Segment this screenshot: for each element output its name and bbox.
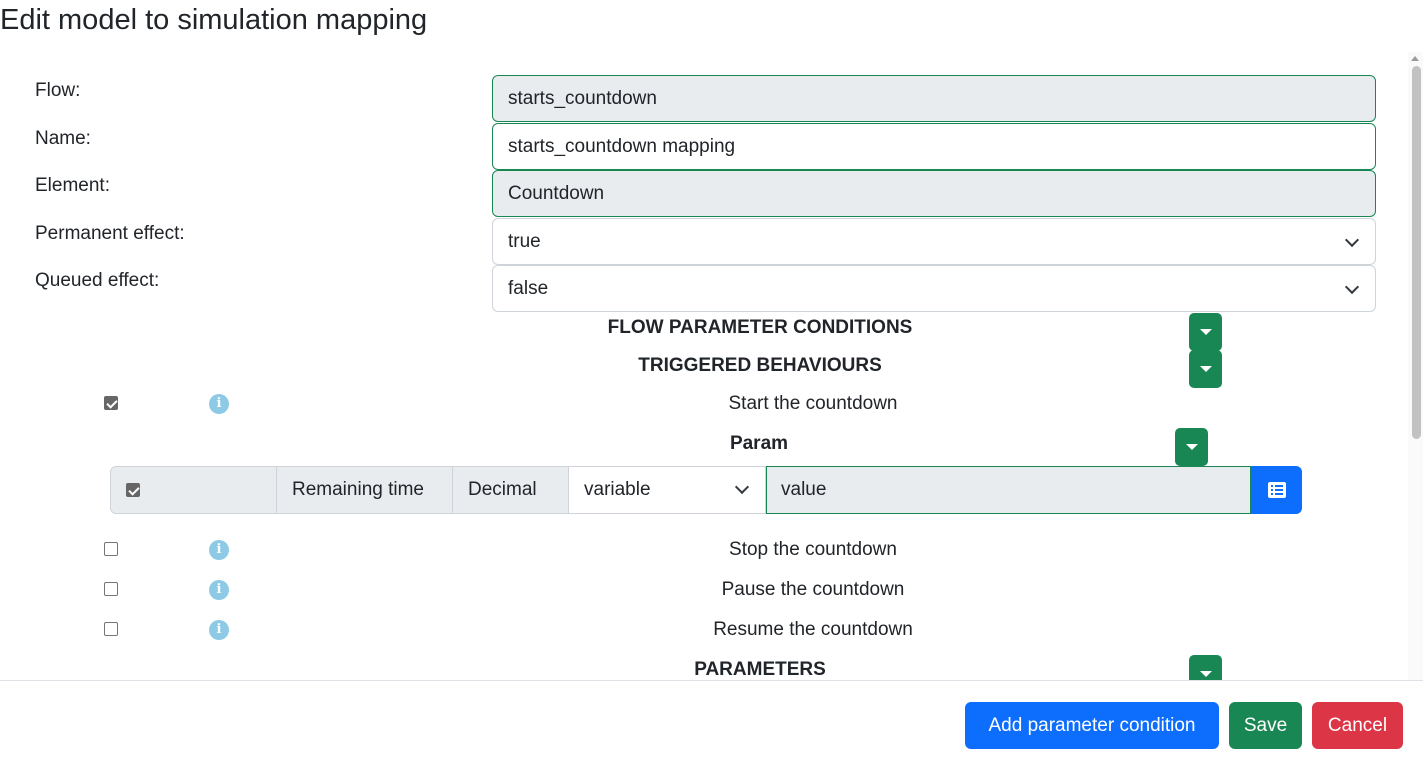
param-row: Remaining time Decimal variable value <box>110 466 1302 514</box>
save-button[interactable]: Save <box>1229 702 1302 749</box>
name-value: starts_countdown mapping <box>508 135 736 157</box>
dialog-body: Flow: starts_countdown Name: starts_coun… <box>0 52 1408 680</box>
name-field[interactable]: starts_countdown mapping <box>492 123 1376 170</box>
caret-down-icon[interactable] <box>1175 428 1208 466</box>
param-source-value: variable <box>584 479 651 500</box>
queued-effect-label: Queued effect: <box>35 270 160 291</box>
info-circle-icon[interactable]: i <box>209 580 229 600</box>
param-source-select[interactable]: variable <box>569 466 766 514</box>
flow-field[interactable]: starts_countdown <box>492 75 1376 122</box>
param-heading: Param <box>729 433 789 454</box>
behaviour-label-pause: Pause the countdown <box>721 579 905 600</box>
behaviour-checkbox-resume[interactable] <box>104 622 118 636</box>
param-value-text: value <box>781 479 827 500</box>
scroll-up-arrow-icon[interactable] <box>1411 56 1419 61</box>
caret-down-icon[interactable] <box>1189 350 1222 388</box>
caret-down-icon[interactable] <box>1189 313 1222 351</box>
behaviour-label-start: Start the countdown <box>728 393 898 414</box>
behaviour-checkbox-pause[interactable] <box>104 582 118 596</box>
behaviour-checkbox-start[interactable] <box>104 396 118 410</box>
permanent-effect-select[interactable]: true <box>492 218 1376 265</box>
chevron-down-icon <box>1344 232 1360 248</box>
list-icon <box>1267 482 1286 498</box>
triggered-behaviours-heading: TRIGGERED BEHAVIOURS <box>638 355 882 376</box>
parameters-heading: PARAMETERS <box>694 659 826 680</box>
permanent-effect-label: Permanent effect: <box>35 223 185 244</box>
list-button[interactable] <box>1251 466 1302 514</box>
element-value: Countdown <box>508 182 605 204</box>
caret-down-icon[interactable] <box>1189 655 1222 680</box>
behaviour-label-stop: Stop the countdown <box>729 539 897 560</box>
flow-label: Flow: <box>35 80 81 101</box>
info-circle-icon[interactable]: i <box>209 540 229 560</box>
param-check-cell <box>110 466 277 514</box>
chevron-down-icon <box>1344 279 1360 295</box>
name-label: Name: <box>35 128 91 149</box>
param-type-cell: Decimal <box>453 466 569 514</box>
flow-value: starts_countdown <box>508 87 657 109</box>
behaviour-label-resume: Resume the countdown <box>713 619 913 640</box>
info-circle-icon[interactable]: i <box>209 620 229 640</box>
behaviour-checkbox-stop[interactable] <box>104 542 118 556</box>
cancel-button[interactable]: Cancel <box>1312 702 1403 749</box>
queued-effect-value: false <box>508 277 549 299</box>
add-parameter-condition-button[interactable]: Add parameter condition <box>965 702 1219 749</box>
param-checkbox[interactable] <box>126 483 140 497</box>
element-field[interactable]: Countdown <box>492 170 1376 217</box>
permanent-effect-value: true <box>508 230 541 252</box>
scrollbar-thumb[interactable] <box>1412 66 1421 439</box>
dialog-title: Edit model to simulation mapping <box>0 4 428 36</box>
flow-parameter-conditions-heading: FLOW PARAMETER CONDITIONS <box>607 317 913 338</box>
queued-effect-select[interactable]: false <box>492 265 1376 312</box>
element-label: Element: <box>35 175 110 196</box>
info-circle-icon[interactable]: i <box>209 394 229 414</box>
param-name-cell: Remaining time <box>277 466 453 514</box>
param-value-field[interactable]: value <box>766 466 1251 514</box>
chevron-down-icon <box>734 479 750 495</box>
dialog-footer: Add parameter condition Save Cancel <box>0 680 1423 768</box>
